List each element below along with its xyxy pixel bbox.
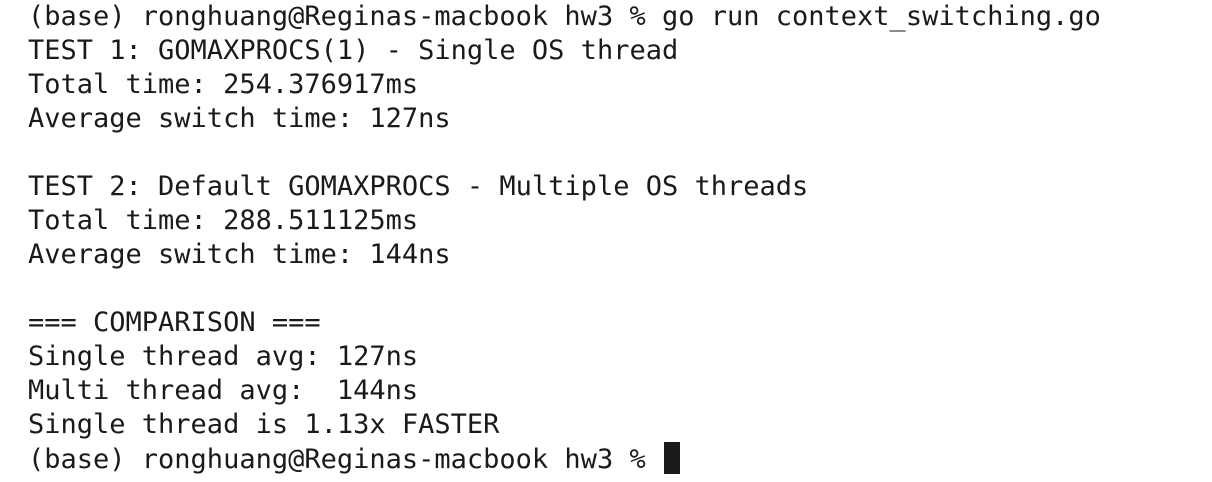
test2-header: TEST 2: Default GOMAXPROCS - Multiple OS… bbox=[28, 171, 809, 202]
command-line: (base) ronghuang@Reginas-macbook hw3 % g… bbox=[28, 0, 1101, 34]
command-text: go run context_switching.go bbox=[661, 1, 1101, 32]
shell-prompt: (base) ronghuang@Reginas-macbook hw3 % bbox=[28, 444, 646, 475]
test1-header: TEST 1: GOMAXPROCS(1) - Single OS thread bbox=[28, 35, 679, 66]
final-prompt-line[interactable]: (base) ronghuang@Reginas-macbook hw3 % bbox=[28, 442, 680, 476]
comparison-single-avg: Single thread avg: 127ns bbox=[28, 341, 419, 372]
comparison-header: === COMPARISON === bbox=[28, 307, 321, 338]
test2-total-time: Total time: 288.511125ms bbox=[28, 205, 419, 236]
text-cursor bbox=[663, 442, 680, 474]
test1-total-time: Total time: 254.376917ms bbox=[28, 69, 419, 100]
comparison-multi-avg: Multi thread avg: 144ns bbox=[28, 375, 419, 406]
terminal-window[interactable]: (base) ronghuang@Reginas-macbook hw3 % g… bbox=[0, 0, 1212, 482]
test1-average-switch-time: Average switch time: 127ns bbox=[28, 103, 451, 134]
shell-prompt: (base) ronghuang@Reginas-macbook hw3 % bbox=[28, 1, 646, 32]
comparison-result: Single thread is 1.13x FASTER bbox=[28, 409, 500, 440]
test2-average-switch-time: Average switch time: 144ns bbox=[28, 239, 451, 270]
